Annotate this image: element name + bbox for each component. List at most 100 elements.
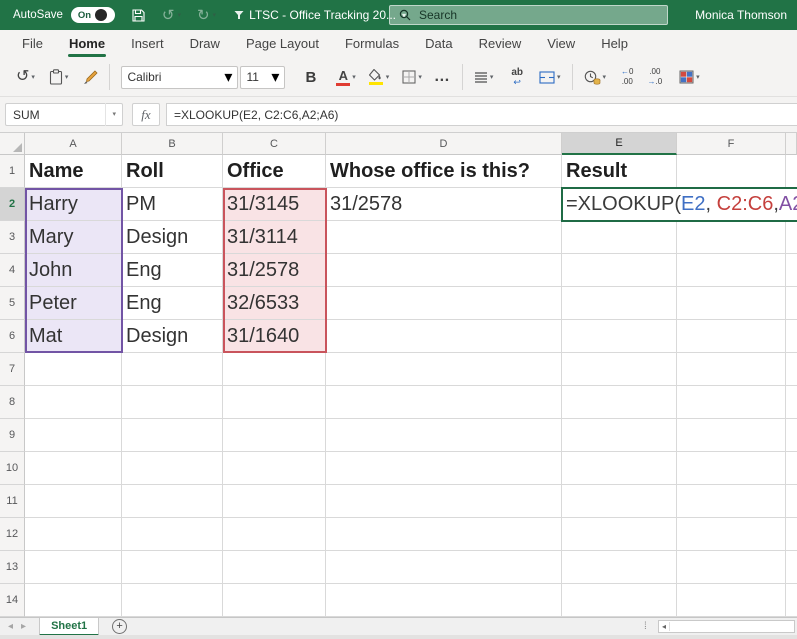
cell[interactable] (786, 320, 797, 353)
borders-button[interactable]: ▾ (398, 66, 426, 88)
cell-a1[interactable]: Name (25, 155, 122, 188)
cell-b5[interactable]: Eng (122, 287, 223, 320)
cell[interactable] (677, 452, 786, 485)
cell-e6[interactable] (562, 320, 677, 353)
cell[interactable] (122, 551, 223, 584)
cell[interactable] (562, 353, 677, 386)
cell[interactable] (223, 485, 326, 518)
decrease-decimal-button[interactable]: ←0 .00 (618, 65, 636, 88)
cell[interactable] (786, 353, 797, 386)
cell-d1[interactable]: Whose office is this? (326, 155, 562, 188)
cell[interactable] (677, 386, 786, 419)
bold-button[interactable]: B (297, 66, 324, 89)
cell[interactable] (122, 452, 223, 485)
cell[interactable] (223, 452, 326, 485)
font-size-select[interactable]: 11 ▾ (240, 66, 285, 89)
tab-insert[interactable]: Insert (118, 30, 177, 58)
column-header-d[interactable]: D (326, 133, 562, 155)
cell[interactable] (562, 584, 677, 617)
tab-file[interactable]: File (9, 30, 56, 58)
cell[interactable] (786, 485, 797, 518)
cell-b1[interactable]: Roll (122, 155, 223, 188)
cell-b6[interactable]: Design (122, 320, 223, 353)
search-input[interactable]: Search (389, 5, 668, 25)
cell-e3[interactable] (562, 221, 677, 254)
insert-function-button[interactable]: fx (132, 103, 160, 126)
tab-review[interactable]: Review (466, 30, 535, 58)
cell-d4[interactable] (326, 254, 562, 287)
cell-f1[interactable] (677, 155, 786, 188)
cell[interactable] (326, 386, 562, 419)
autosave-toggle[interactable]: On (71, 7, 115, 23)
cell[interactable] (223, 353, 326, 386)
row-header-5[interactable]: 5 (0, 287, 25, 320)
row-header-1[interactable]: 1 (0, 155, 25, 188)
cell[interactable] (786, 551, 797, 584)
cell[interactable] (326, 485, 562, 518)
name-box[interactable]: ▾ (5, 103, 123, 126)
cell[interactable] (25, 386, 122, 419)
row-header-3[interactable]: 3 (0, 221, 25, 254)
cell[interactable] (786, 254, 797, 287)
number-format-button[interactable]: ▾ (580, 66, 611, 89)
row-header-14[interactable]: 14 (0, 584, 25, 617)
row-header-8[interactable]: 8 (0, 386, 25, 419)
row-header-12[interactable]: 12 (0, 518, 25, 551)
row-header-9[interactable]: 9 (0, 419, 25, 452)
cell[interactable] (786, 518, 797, 551)
scroll-left-icon[interactable]: ◂ (659, 622, 670, 631)
tab-view[interactable]: View (534, 30, 588, 58)
cell[interactable] (25, 419, 122, 452)
cell-f5[interactable] (677, 287, 786, 320)
user-account[interactable]: Monica Thomson (695, 0, 787, 30)
cell-c3[interactable]: 31/3114 (223, 221, 326, 254)
cell[interactable] (326, 353, 562, 386)
cell-a4[interactable]: John (25, 254, 122, 287)
column-header-b[interactable]: B (122, 133, 223, 155)
cell-a6[interactable]: Mat (25, 320, 122, 353)
cell[interactable] (223, 584, 326, 617)
cell[interactable] (122, 584, 223, 617)
cell[interactable] (223, 419, 326, 452)
cell[interactable] (786, 221, 797, 254)
cell-e4[interactable] (562, 254, 677, 287)
tab-data[interactable]: Data (412, 30, 465, 58)
column-header-f[interactable]: F (677, 133, 786, 155)
conditional-formatting-button[interactable]: ▾ (675, 66, 704, 88)
name-box-input[interactable] (6, 108, 105, 122)
cell[interactable] (786, 287, 797, 320)
cell[interactable] (786, 155, 797, 188)
cell[interactable] (122, 386, 223, 419)
column-header-sliver[interactable] (786, 133, 797, 155)
fill-color-button[interactable]: ▾ (365, 65, 394, 89)
cell[interactable] (562, 452, 677, 485)
cell[interactable] (25, 485, 122, 518)
cell[interactable] (122, 518, 223, 551)
cell[interactable] (326, 584, 562, 617)
column-header-c[interactable]: C (223, 133, 326, 155)
formula-input[interactable] (167, 108, 797, 122)
row-header-2[interactable]: 2 (0, 188, 25, 221)
column-header-a[interactable]: A (25, 133, 122, 155)
cell[interactable] (122, 485, 223, 518)
sheet-nav-forward-button[interactable]: ▸ (21, 621, 34, 632)
cell[interactable] (562, 551, 677, 584)
tab-draw[interactable]: Draw (177, 30, 233, 58)
row-header-7[interactable]: 7 (0, 353, 25, 386)
row-header-6[interactable]: 6 (0, 320, 25, 353)
tab-home[interactable]: Home (56, 30, 118, 58)
cell[interactable] (326, 551, 562, 584)
cell[interactable] (677, 485, 786, 518)
cell-d3[interactable] (326, 221, 562, 254)
cell-e5[interactable] (562, 287, 677, 320)
cell-b4[interactable]: Eng (122, 254, 223, 287)
cell[interactable] (786, 584, 797, 617)
increase-decimal-button[interactable]: .00 →.0 (645, 65, 666, 88)
horizontal-scrollbar[interactable]: ◂ (658, 620, 795, 633)
select-all-corner[interactable] (0, 133, 25, 155)
sheet-nav-back-button[interactable]: ◂ (0, 621, 21, 632)
cell-a2[interactable]: Harry (25, 188, 122, 221)
cell-d2[interactable]: 31/2578 (326, 188, 562, 221)
active-cell-editor[interactable]: =XLOOKUP( E2 , C2:C6 , A2; (561, 187, 797, 222)
cell[interactable] (25, 551, 122, 584)
